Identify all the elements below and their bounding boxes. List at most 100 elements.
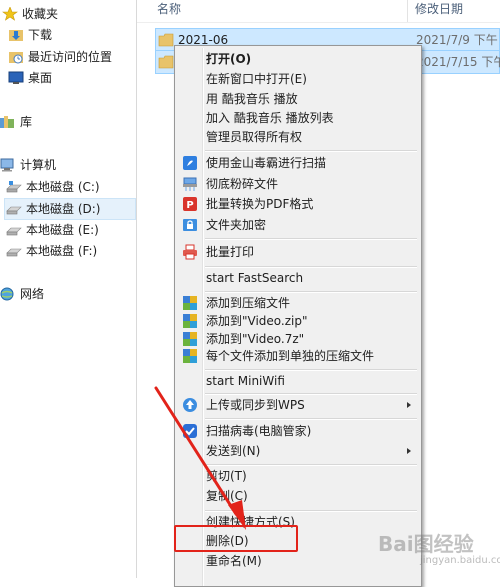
printer-icon [183,244,197,260]
menu-item-scan-kingsoft[interactable]: 使用金山毒霸进行扫描 [177,153,419,173]
pc-manager-shield-icon [183,424,197,438]
nav-drive-d[interactable]: 本地磁盘 (D:) [4,198,136,220]
nav-desktop-label: 桌面 [28,71,53,85]
menu-item-label: 在新窗口中打开(E) [206,72,307,86]
archive-icon [183,314,197,328]
watermark-logo: Bai图经验 [378,532,474,556]
menu-item-label: 复制(C) [206,489,248,503]
column-header-name-label: 名称 [157,2,182,16]
nav-downloads[interactable]: 下载 [8,25,132,45]
menu-item-add-playlist[interactable]: 加入 酷我音乐 播放列表 [177,108,419,128]
svg-text:P: P [186,200,193,211]
downloads-folder-icon [9,30,23,41]
desktop-icon [8,71,24,84]
nav-drive-d-label: 本地磁盘 (D:) [26,202,101,216]
menu-item-cut[interactable]: 剪切(T) [177,466,419,486]
nav-drive-f[interactable]: 本地磁盘 (F:) [6,241,132,261]
nav-computer-label: 计算机 [20,158,57,172]
library-icon [0,116,14,128]
menu-item-label: 剪切(T) [206,469,247,483]
nav-downloads-label: 下载 [28,28,53,42]
column-header-modified-label: 修改日期 [415,2,464,16]
nav-desktop[interactable]: 桌面 [8,68,132,88]
context-menu: 打开(O) 在新窗口中打开(E) 用 酷我音乐 播放 加入 酷我音乐 播放列表 … [174,45,422,587]
menu-item-label: 使用金山毒霸进行扫描 [206,156,327,170]
nav-computer[interactable]: 计算机 [0,155,132,175]
submenu-arrow-icon [407,402,411,408]
nav-favorites[interactable]: 收藏夹 [2,4,132,24]
menu-item-label: 用 酷我音乐 播放 [206,92,298,106]
drive-icon [6,206,22,215]
archive-icon [183,332,197,346]
delete-highlight-box [174,525,298,552]
nav-drive-e[interactable]: 本地磁盘 (E:) [6,220,132,240]
menu-item-label: 彻底粉碎文件 [206,177,279,191]
file-date: 2021/7/15 下午 [416,55,500,69]
menu-item-take-ownership[interactable]: 管理员取得所有权 [177,127,419,147]
header-divider [137,22,500,23]
menu-item-label: 添加到"Video.zip" [206,314,308,328]
drive-icon [6,248,22,257]
lock-folder-icon [183,219,197,231]
menu-separator [205,150,417,152]
computer-icon [0,158,14,172]
menu-item-label: 发送到(N) [206,444,261,458]
menu-item-shred[interactable]: 彻底粉碎文件 [177,174,419,194]
menu-separator [205,418,417,420]
cloud-upload-icon [183,398,197,412]
nav-drive-c[interactable]: 本地磁盘 (C:) [6,177,132,197]
menu-item-open-new-window[interactable]: 在新窗口中打开(E) [177,69,419,89]
recent-places-icon [9,52,23,64]
menu-item-scan-pc-manager[interactable]: 扫描病毒(电脑管家) [177,421,419,441]
menu-item-label: 批量打印 [206,245,255,259]
menu-item-each-archive[interactable]: 每个文件添加到单独的压缩文件 [177,346,419,366]
column-divider[interactable] [407,0,408,22]
menu-item-fastsearch[interactable]: start FastSearch [177,268,419,288]
watermark-url: jingyan.baidu.com [420,555,500,566]
menu-item-wps-sync[interactable]: 上传或同步到WPS [177,395,419,415]
menu-item-label: 加入 酷我音乐 播放列表 [206,111,334,125]
antivirus-shield-icon [183,156,197,170]
navigation-pane: 收藏夹 下载 最近访问的位置 桌面 库 计算机 本地磁盘 (C:) 本地磁盘 (… [0,0,137,578]
menu-item-label: start FastSearch [206,271,304,285]
archive-icon [183,349,197,363]
menu-item-label: 批量转换为PDF格式 [206,197,314,211]
submenu-arrow-icon [407,448,411,454]
menu-item-label: 管理员取得所有权 [206,130,303,144]
drive-icon [6,227,22,236]
menu-item-label: 添加到压缩文件 [206,296,291,310]
menu-item-label: 打开(O) [206,52,252,66]
nav-recent-label: 最近访问的位置 [28,50,113,64]
nav-favorites-label: 收藏夹 [22,7,59,21]
nav-drive-e-label: 本地磁盘 (E:) [26,223,99,237]
folder-icon [158,33,174,47]
archive-icon [183,296,197,310]
menu-item-label: 文件夹加密 [206,218,267,232]
nav-drive-c-label: 本地磁盘 (C:) [26,180,100,194]
menu-separator [205,238,417,240]
menu-item-send-to[interactable]: 发送到(N) [177,441,419,461]
pdf-icon: P [183,197,197,211]
nav-recent[interactable]: 最近访问的位置 [8,47,132,67]
menu-item-add-zip[interactable]: 添加到"Video.zip" [177,311,419,331]
menu-item-copy[interactable]: 复制(C) [177,486,419,506]
menu-item-label: 重命名(M) [206,554,262,568]
nav-network[interactable]: 网络 [0,284,132,304]
network-globe-icon [0,287,14,301]
menu-item-play-music[interactable]: 用 酷我音乐 播放 [177,89,419,109]
system-drive-icon [6,181,22,193]
menu-item-label: 上传或同步到WPS [206,398,305,412]
menu-item-encrypt-folder[interactable]: 文件夹加密 [177,215,419,235]
column-header-name[interactable]: 名称 [157,0,181,20]
column-header-modified[interactable]: 修改日期 [415,0,463,20]
menu-item-convert-pdf[interactable]: P 批量转换为PDF格式 [177,194,419,214]
nav-libraries-label: 库 [20,115,33,129]
menu-item-open[interactable]: 打开(O) [177,49,419,69]
nav-libraries[interactable]: 库 [0,112,132,132]
nav-drive-f-label: 本地磁盘 (F:) [26,244,98,258]
menu-item-batch-print[interactable]: 批量打印 [177,242,419,262]
menu-item-add-archive[interactable]: 添加到压缩文件 [177,293,419,313]
star-icon [2,7,18,21]
menu-item-label: 扫描病毒(电脑管家) [206,424,312,438]
menu-item-miniwifi[interactable]: start MiniWifi [177,371,419,391]
